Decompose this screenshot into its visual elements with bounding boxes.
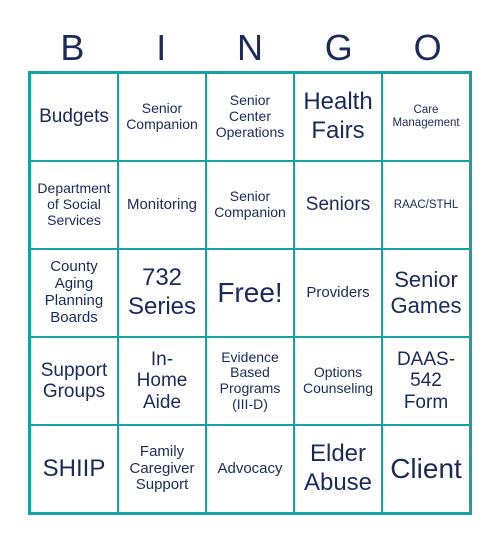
- bingo-cell[interactable]: Budgets: [30, 73, 118, 161]
- bingo-cell[interactable]: Senior Center Operations: [206, 73, 294, 161]
- bingo-cell[interactable]: Senior Companion: [118, 73, 206, 161]
- bingo-cell[interactable]: Care Management: [382, 73, 470, 161]
- bingo-cell[interactable]: Support Groups: [30, 337, 118, 425]
- bingo-cell[interactable]: Senior Games: [382, 249, 470, 337]
- bingo-board: Budgets Senior Companion Senior Center O…: [28, 71, 472, 515]
- bingo-cell[interactable]: Options Counseling: [294, 337, 382, 425]
- header-letter-g: G: [324, 27, 353, 68]
- bingo-cell[interactable]: Health Fairs: [294, 73, 382, 161]
- bingo-cell[interactable]: Client: [382, 425, 470, 513]
- bingo-cell[interactable]: Senior Companion: [206, 161, 294, 249]
- bingo-cell[interactable]: Advocacy: [206, 425, 294, 513]
- bingo-cell[interactable]: County Aging Planning Boards: [30, 249, 118, 337]
- free-space[interactable]: Free!: [206, 249, 294, 337]
- bingo-cell[interactable]: 732 Series: [118, 249, 206, 337]
- bingo-cell[interactable]: Department of Social Services: [30, 161, 118, 249]
- bingo-cell[interactable]: Monitoring: [118, 161, 206, 249]
- bingo-cell[interactable]: Elder Abuse: [294, 425, 382, 513]
- header-letter-i: I: [156, 27, 167, 68]
- header-letter-n: N: [236, 27, 263, 68]
- bingo-cell[interactable]: Evidence Based Programs (III-D): [206, 337, 294, 425]
- header-letter-o: O: [413, 27, 442, 68]
- bingo-cell[interactable]: Family Caregiver Support: [118, 425, 206, 513]
- bingo-cell[interactable]: In- Home Aide: [118, 337, 206, 425]
- bingo-cell[interactable]: SHIIP: [30, 425, 118, 513]
- bingo-cell[interactable]: DAAS- 542 Form: [382, 337, 470, 425]
- bingo-cell[interactable]: Providers: [294, 249, 382, 337]
- bingo-cell[interactable]: RAAC/STHL: [382, 161, 470, 249]
- bingo-cell[interactable]: Seniors: [294, 161, 382, 249]
- header-letter-b: B: [60, 27, 85, 68]
- bingo-header: B I N G O: [28, 26, 472, 70]
